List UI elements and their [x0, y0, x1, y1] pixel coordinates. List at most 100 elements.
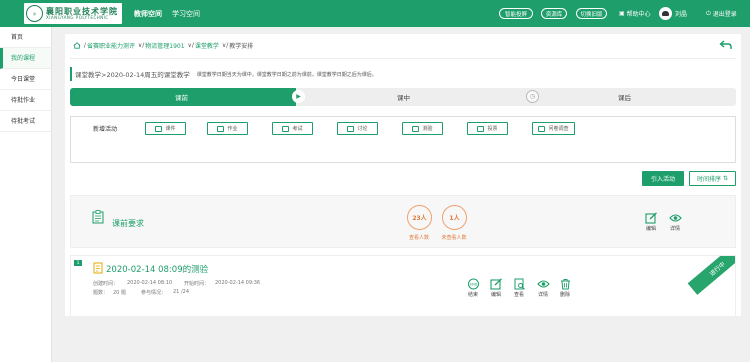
detail-label: 详情 [537, 292, 548, 298]
quiz-start-label: 开始时间： [184, 281, 210, 287]
top-navbar: ◎ 襄阳职业技术学院 XIANGYANG POLYTECHNIC 教师空间 学习… [0, 0, 750, 27]
sidebar-item-pending-homework[interactable]: 待批作业 [0, 90, 51, 111]
logo-chinese-name: 襄阳职业技术学院 [46, 6, 118, 16]
view-label: 查看 [513, 292, 524, 298]
tab-after-class[interactable]: 课后 [618, 92, 631, 102]
lesson-tip: 课堂教学日期当天为课中，课堂教学日期之前为课前，课堂教学日期之后为课后。 [196, 71, 377, 78]
requirements-detail-button[interactable]: 详情 [665, 212, 685, 232]
activity-label: 考试 [292, 126, 303, 132]
sidebar-item-today-class[interactable]: 今日课堂 [0, 69, 51, 90]
breadcrumb-item-class[interactable]: 物流管理1901 [145, 41, 184, 50]
tab-during-class[interactable]: 课中 [397, 92, 410, 102]
activity-label: 讨论 [357, 126, 368, 132]
stage-progress-bar: 课前 ▶ 课中 ◷ 课后 [70, 88, 736, 106]
survey-icon [538, 125, 546, 132]
tab-before-class[interactable]: 课前 [175, 92, 188, 102]
add-activity-panel: 新增活动 课件 作业 考试 讨论 测验 投票 问卷调查 [70, 116, 736, 163]
detail-label: 详情 [669, 226, 680, 232]
quiz-question-count: 20 题 [113, 290, 126, 296]
tab-learning-space[interactable]: 学习空间 [172, 9, 200, 19]
power-icon: ⏻ [706, 9, 711, 17]
quiz-activity-card: 1 2020-02-14 08:09的测验 创建时间： 2020-02-14 0… [70, 255, 736, 317]
quiz-icon [412, 125, 420, 132]
edit-icon [644, 212, 657, 224]
activity-label: 投票 [487, 126, 498, 132]
avatar[interactable] [659, 7, 672, 20]
add-discussion-button[interactable]: 讨论 [337, 122, 378, 135]
requirements-title: 课前要求 [112, 219, 144, 228]
homework-icon [217, 125, 225, 132]
import-activity-button[interactable]: 引入活动 [642, 171, 684, 186]
add-courseware-button[interactable]: 课件 [145, 122, 186, 135]
quiz-created-label: 创建时间： [93, 281, 119, 287]
breadcrumb-item-teaching[interactable]: 课堂教学 [195, 41, 219, 50]
exam-icon [282, 125, 290, 132]
smart-cast-button[interactable]: 智能投屏 [499, 8, 533, 19]
sort-by-time-button[interactable]: 时间排序 ⇅ [689, 171, 736, 186]
sidebar: 首页 我的课程 今日课堂 待批作业 待批考试 [0, 27, 52, 362]
user-name[interactable]: 刘晶 [675, 9, 687, 18]
logout-label: 退出登录 [712, 11, 737, 18]
view-document-icon [514, 278, 525, 290]
breadcrumb-sep: ∨/ [135, 42, 145, 49]
sidebar-item-my-courses[interactable]: 我的课程 [0, 48, 51, 69]
logo-english-name: XIANGYANG POLYTECHNIC [46, 15, 109, 20]
end-quiz-button[interactable]: END 结束 [463, 278, 483, 298]
quiz-index-badge: 1 [74, 260, 82, 266]
add-survey-button[interactable]: 问卷调查 [532, 122, 575, 135]
edit-label: 编辑 [645, 226, 656, 232]
delete-quiz-button[interactable]: 删除 [555, 278, 575, 298]
activity-label: 作业 [227, 126, 238, 132]
edit-quiz-button[interactable]: 编辑 [486, 278, 506, 298]
folder-icon [155, 125, 163, 132]
end-label: 结束 [467, 292, 478, 298]
main-panel: / 省赛职业能力测评 ∨/ 物流管理1901 ∨/ 课堂教学 ∨/ 教学安排 课… [65, 34, 741, 317]
add-exam-button[interactable]: 考试 [272, 122, 313, 135]
breadcrumb-item-assessment[interactable]: 省赛职业能力测评 [87, 41, 135, 50]
eye-icon [668, 214, 682, 222]
quiz-detail-button[interactable]: 详情 [533, 278, 553, 298]
school-logo[interactable]: ◎ 襄阳职业技术学院 XIANGYANG POLYTECHNIC [24, 3, 122, 24]
tab-teacher-space[interactable]: 教师空间 [134, 9, 162, 19]
quiz-document-icon [93, 262, 103, 274]
switch-old-version-button[interactable]: 切换旧版 [576, 8, 607, 19]
breadcrumb: / 省赛职业能力测评 ∨/ 物流管理1901 ∨/ 课堂教学 ∨/ 教学安排 [73, 41, 253, 50]
quiz-start-time: 2020-02-14 09:36 [215, 280, 261, 286]
activity-label: 课件 [165, 126, 176, 132]
back-arrow-icon[interactable] [719, 39, 732, 51]
chat-icon [347, 125, 355, 132]
pre-class-requirements-card: 课前要求 23人 查看人数 1人 未查看人数 编辑 详情 [70, 195, 736, 248]
activity-label: 问卷调查 [548, 126, 569, 132]
viewed-caption: 查看人数 [408, 235, 429, 241]
view-quiz-button[interactable]: 查看 [509, 278, 529, 298]
vote-icon [477, 125, 485, 132]
home-icon[interactable] [73, 42, 81, 49]
viewed-count-badge: 23人 [407, 205, 432, 230]
play-icon: ▶ [292, 90, 305, 103]
add-homework-button[interactable]: 作业 [207, 122, 248, 135]
divider [70, 58, 736, 59]
help-center-label: 帮助中心 [626, 11, 651, 18]
edit-icon [489, 278, 502, 290]
quiz-created-time: 2020-02-14 08:10 [127, 280, 173, 286]
clock-icon: ◷ [526, 90, 539, 103]
quiz-title[interactable]: 2020-02-14 08:09的测验 [106, 263, 208, 275]
sidebar-item-pending-exams[interactable]: 待批考试 [0, 111, 51, 132]
logout-link[interactable]: ⏻ 退出登录 [706, 9, 737, 19]
quiz-question-count-label: 题数： [93, 290, 109, 296]
add-vote-button[interactable]: 投票 [467, 122, 508, 135]
edit-label: 编辑 [490, 292, 501, 298]
breadcrumb-sep: ∨/ [219, 42, 229, 49]
breadcrumb-sep: / [82, 42, 86, 49]
edit-requirements-button[interactable]: 编辑 [641, 212, 661, 232]
help-icon: ▣ [619, 10, 625, 17]
trash-icon [560, 279, 570, 290]
lesson-header: 课堂教学>2020-02-14周五的课堂教学 课堂教学日期当天为课中，课堂教学日… [70, 67, 736, 81]
resource-library-button[interactable]: 资源库 [541, 8, 567, 19]
not-viewed-count-badge: 1人 [442, 205, 467, 230]
sidebar-item-home[interactable]: 首页 [0, 27, 51, 48]
help-center-link[interactable]: ▣ 帮助中心 [619, 9, 651, 18]
add-quiz-button[interactable]: 测验 [402, 122, 443, 135]
not-viewed-caption: 未查看人数 [441, 235, 467, 241]
clipboard-icon [92, 210, 104, 224]
